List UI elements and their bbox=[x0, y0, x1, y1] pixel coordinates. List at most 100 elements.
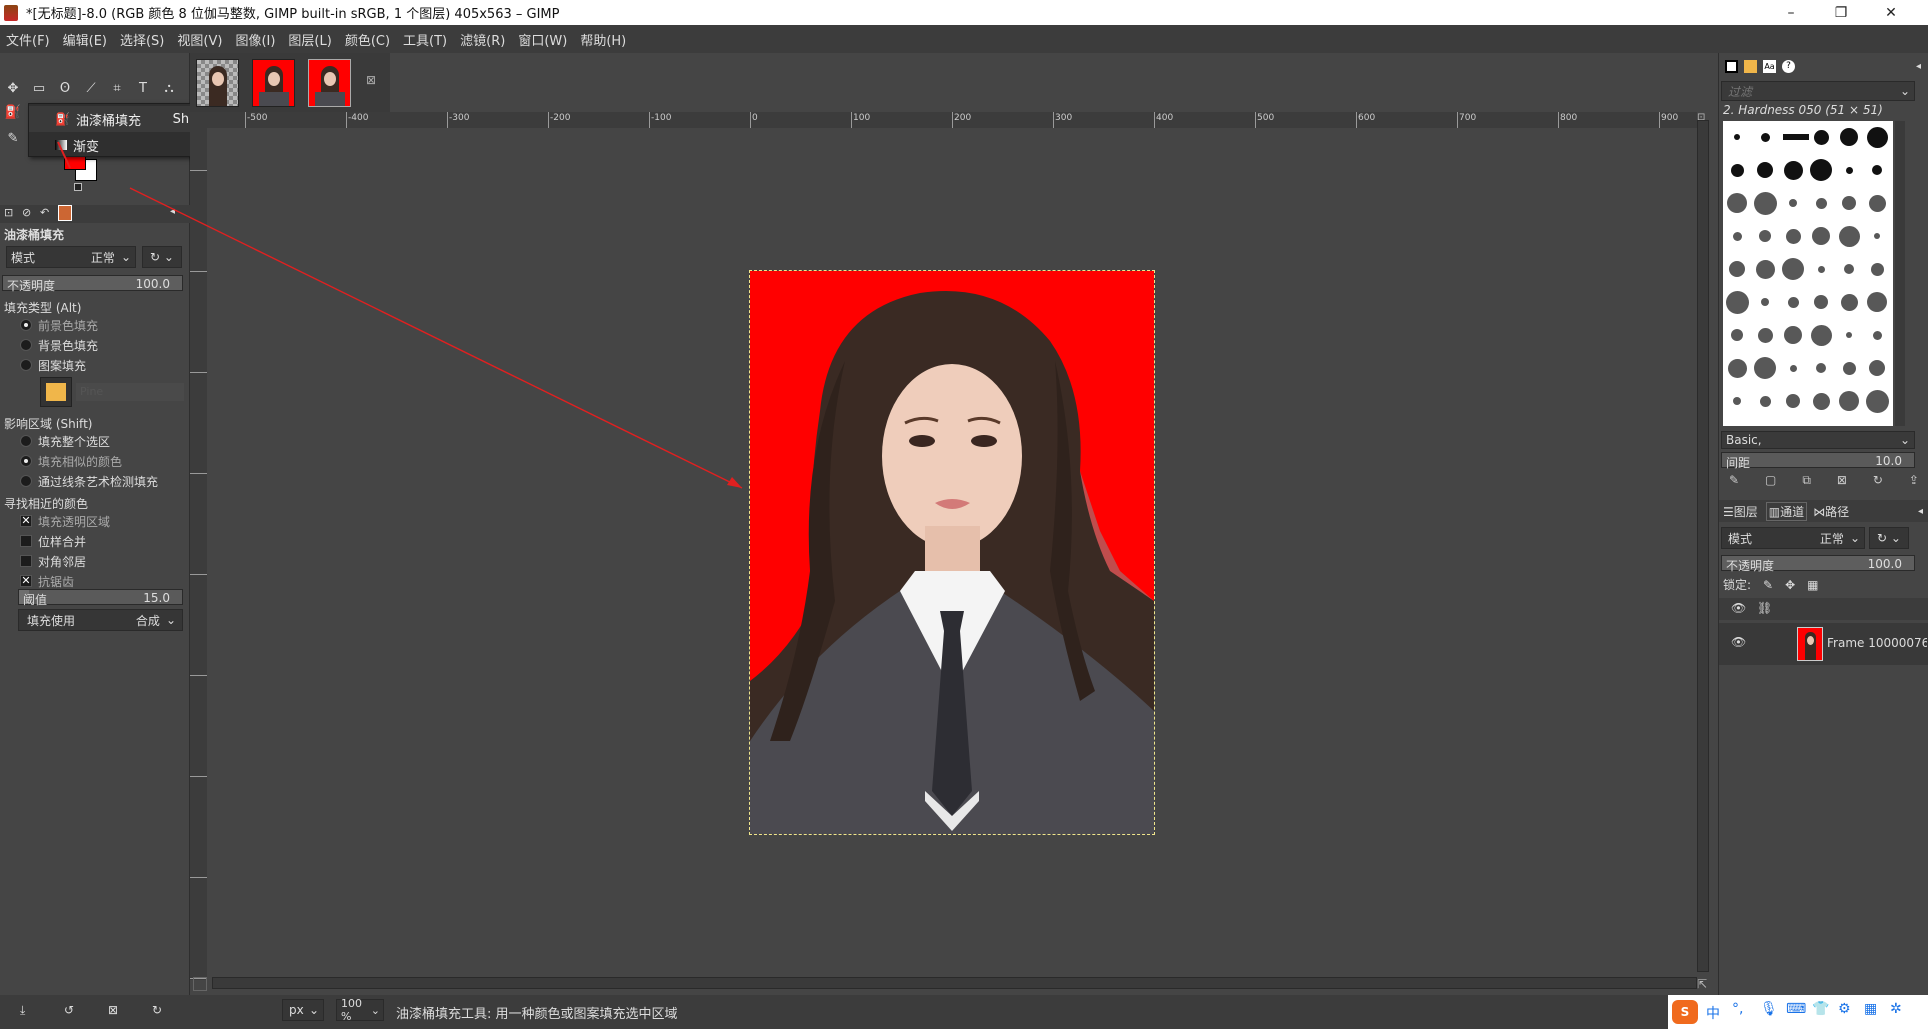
maximize-button[interactable]: ❐ bbox=[1818, 0, 1864, 25]
panel-menu-icon[interactable]: ◂ bbox=[1918, 506, 1923, 517]
brush-item[interactable] bbox=[1866, 126, 1888, 148]
fill-by-combo[interactable]: 填充使用 合成 ⌄ bbox=[18, 609, 183, 631]
brush-item[interactable] bbox=[1842, 196, 1856, 210]
brush-item[interactable] bbox=[1729, 261, 1745, 277]
fill-selection-radio[interactable] bbox=[20, 435, 32, 447]
brushes-tab-icon[interactable] bbox=[1725, 59, 1738, 73]
undo-history-tab-icon[interactable]: ↶ bbox=[40, 206, 49, 219]
lock-pixels-icon[interactable]: ✎ bbox=[1763, 578, 1773, 592]
brush-item[interactable] bbox=[1872, 330, 1882, 340]
layer-mode-reset-button[interactable]: ↻ ⌄ bbox=[1869, 527, 1909, 549]
brush-item[interactable] bbox=[1759, 230, 1771, 242]
lock-position-icon[interactable]: ✥ bbox=[1785, 578, 1795, 592]
brush-item[interactable] bbox=[1814, 295, 1828, 309]
brush-item[interactable] bbox=[1785, 228, 1801, 244]
diagonal-neighbors-checkbox[interactable] bbox=[20, 555, 32, 567]
brush-item[interactable] bbox=[1845, 166, 1853, 174]
brush-item[interactable] bbox=[1759, 395, 1771, 407]
bucket-fill-tool-icon[interactable]: ⛽ bbox=[2, 103, 24, 123]
antialias-checkbox[interactable]: ✕ bbox=[20, 575, 32, 587]
brush-grid[interactable] bbox=[1723, 121, 1893, 426]
text-transform-tool-icon[interactable]: T bbox=[132, 79, 154, 99]
fill-bg-radio[interactable] bbox=[20, 339, 32, 351]
image-canvas[interactable] bbox=[749, 270, 1155, 835]
zoom-fit-icon[interactable]: ⇱ bbox=[1697, 977, 1707, 991]
brush-item[interactable] bbox=[1839, 391, 1859, 411]
fill-similar-radio[interactable] bbox=[20, 455, 32, 467]
rect-select-tool-icon[interactable]: ▭ bbox=[28, 79, 50, 99]
brush-item[interactable] bbox=[1816, 363, 1826, 373]
brush-item[interactable] bbox=[1874, 233, 1880, 239]
open-brush-icon[interactable]: ⇪ bbox=[1909, 473, 1919, 488]
brush-item[interactable] bbox=[1872, 165, 1882, 175]
menu-view[interactable]: 视图(V) bbox=[177, 30, 222, 49]
brush-item[interactable] bbox=[1757, 162, 1773, 178]
refresh-brushes-icon[interactable]: ↻ bbox=[1873, 473, 1883, 488]
patterns-tab-icon[interactable] bbox=[1744, 59, 1757, 73]
brush-filter-input[interactable]: 过滤 ⌄ bbox=[1721, 81, 1915, 101]
fonts-tab-icon[interactable]: Aa bbox=[1763, 59, 1776, 73]
ime-mode-label[interactable]: 中 bbox=[1706, 1003, 1720, 1023]
brush-item[interactable] bbox=[1727, 193, 1747, 213]
brush-item[interactable] bbox=[1732, 231, 1742, 241]
image-tab-2[interactable] bbox=[252, 59, 295, 107]
brush-item[interactable] bbox=[1789, 364, 1797, 372]
brush-item[interactable] bbox=[1783, 160, 1803, 180]
brush-item[interactable] bbox=[1761, 298, 1769, 306]
microphone-icon[interactable]: 🎙 bbox=[1760, 1001, 1778, 1017]
brush-item[interactable] bbox=[1813, 129, 1829, 145]
paintbrush-tool-icon[interactable]: ✎ bbox=[2, 129, 24, 149]
tab-paths[interactable]: ⋈路径 bbox=[1813, 503, 1849, 520]
menu-file[interactable]: 文件(F) bbox=[6, 30, 50, 49]
fill-pattern-radio[interactable] bbox=[20, 359, 32, 371]
pattern-picker[interactable] bbox=[40, 377, 72, 407]
spacing-slider[interactable]: 间距 10.0 bbox=[1721, 452, 1915, 470]
image-tab-1[interactable] bbox=[196, 59, 239, 107]
brush-item[interactable] bbox=[1753, 191, 1777, 215]
menu-windows[interactable]: 窗口(W) bbox=[518, 30, 567, 49]
brush-item[interactable] bbox=[1810, 324, 1832, 346]
menu-edit[interactable]: 编辑(E) bbox=[63, 30, 107, 49]
brush-item[interactable] bbox=[1865, 389, 1889, 413]
delete-brush-icon[interactable]: ⊠ bbox=[1837, 473, 1847, 488]
duplicate-brush-icon[interactable]: ⧉ bbox=[1802, 473, 1811, 488]
brush-item[interactable] bbox=[1815, 197, 1827, 209]
free-select-tool-icon[interactable]: ʘ bbox=[54, 79, 76, 99]
brush-item[interactable] bbox=[1731, 329, 1743, 341]
brush-item[interactable] bbox=[1869, 360, 1885, 376]
menu-tools[interactable]: 工具(T) bbox=[403, 30, 447, 49]
device-status-tab-icon[interactable]: ⊘ bbox=[22, 206, 31, 219]
brush-item[interactable] bbox=[1730, 163, 1744, 177]
menu-colors[interactable]: 颜色(C) bbox=[345, 30, 390, 49]
menu-select[interactable]: 选择(S) bbox=[120, 30, 164, 49]
brush-item[interactable] bbox=[1783, 134, 1809, 140]
quick-mask-icon[interactable] bbox=[193, 977, 207, 991]
brush-item[interactable] bbox=[1789, 199, 1797, 207]
mode-combo[interactable]: 模式 正常 ⌄ bbox=[6, 246, 136, 268]
minimize-button[interactable]: – bbox=[1768, 0, 1814, 25]
brush-item[interactable] bbox=[1817, 265, 1825, 273]
new-brush-icon[interactable]: ▢ bbox=[1765, 473, 1776, 488]
grid-icon[interactable]: ▦ bbox=[1864, 1001, 1877, 1017]
brush-item[interactable] bbox=[1725, 290, 1749, 314]
brush-preset-combo[interactable]: Basic, ⌄ bbox=[1721, 431, 1915, 449]
brush-item[interactable] bbox=[1840, 128, 1858, 146]
edit-brush-icon[interactable]: ✎ bbox=[1729, 473, 1739, 488]
move-tool-icon[interactable]: ✥ bbox=[2, 79, 24, 99]
brush-item[interactable] bbox=[1844, 264, 1854, 274]
menu-image[interactable]: 图像(I) bbox=[235, 30, 275, 49]
close-tab-icon[interactable]: ⊠ bbox=[366, 73, 376, 87]
threshold-slider[interactable]: 阈值 15.0 bbox=[18, 589, 183, 607]
settings-icon[interactable]: ✲ bbox=[1890, 1001, 1902, 1017]
brush-item[interactable] bbox=[1757, 327, 1773, 343]
brush-item[interactable] bbox=[1782, 258, 1804, 280]
image-tab-3[interactable] bbox=[308, 59, 351, 107]
restore-options-icon[interactable]: ↺ bbox=[64, 1003, 74, 1017]
clone-tool-icon[interactable]: ⛬ bbox=[158, 79, 180, 99]
punctuation-icon[interactable]: °, bbox=[1732, 1001, 1743, 1017]
mode-reset-button[interactable]: ↻ ⌄ bbox=[142, 246, 182, 268]
brush-item[interactable] bbox=[1784, 326, 1802, 344]
default-colors-icon[interactable] bbox=[74, 183, 82, 191]
panel-menu-icon[interactable]: ◂ bbox=[1916, 61, 1921, 72]
fill-lineart-radio[interactable] bbox=[20, 475, 32, 487]
